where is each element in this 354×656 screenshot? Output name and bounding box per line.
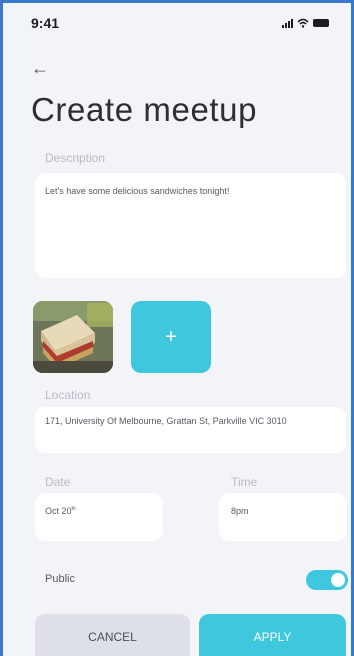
toggle-knob (331, 573, 345, 587)
description-label: Description (45, 151, 106, 165)
date-field[interactable]: Oct 20th (35, 493, 163, 541)
location-label: Location (45, 388, 91, 402)
app-frame: 9:41 ← Create meetup Description Let's h… (0, 0, 354, 656)
description-field[interactable]: Let's have some delicious sandwiches ton… (35, 173, 346, 278)
meetup-photo[interactable] (33, 301, 113, 373)
status-icons (282, 18, 329, 28)
status-bar: 9:41 (3, 3, 351, 43)
location-field[interactable]: 171, University Of Melbourne, Grattan St… (35, 407, 346, 453)
page-title: Create meetup (31, 91, 258, 128)
back-arrow-icon[interactable]: ← (31, 59, 49, 77)
public-label: Public (45, 573, 75, 585)
time-label: Time (231, 475, 258, 489)
public-toggle[interactable] (306, 570, 348, 590)
add-photo-button[interactable]: + (131, 301, 211, 373)
time-field[interactable]: 8pm (219, 493, 347, 541)
date-suffix: th (71, 506, 76, 512)
wifi-icon (297, 18, 309, 28)
status-time: 9:41 (31, 15, 60, 31)
apply-button[interactable]: APPLY (199, 614, 346, 656)
cancel-button[interactable]: CANCEL (35, 614, 190, 656)
date-label: Date (45, 475, 71, 489)
battery-icon (313, 19, 329, 27)
date-value: Oct 20 (45, 506, 72, 516)
signal-icon (282, 18, 293, 28)
sandwich-photo-icon (33, 301, 113, 373)
